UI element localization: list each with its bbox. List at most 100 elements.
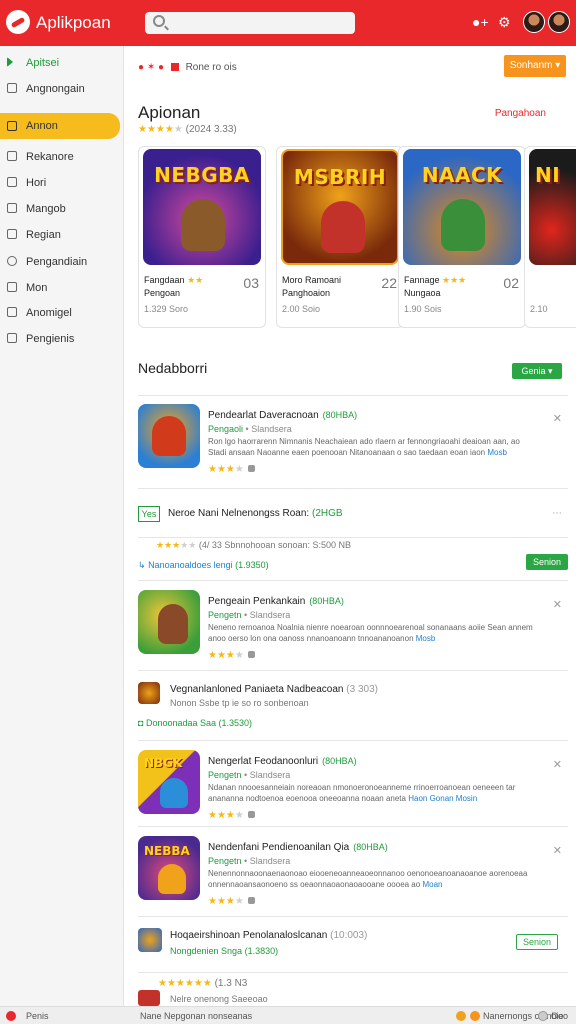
card-meta: 1.90 Sois	[404, 304, 442, 314]
section-link[interactable]: Pangahoan	[495, 108, 546, 119]
game-card[interactable]: NI 2.10	[524, 146, 576, 328]
globe-icon[interactable]	[538, 1011, 548, 1021]
more-link[interactable]: Mosb	[487, 448, 507, 457]
list-item[interactable]: Pendearlat Daveracnoan (80HBA) Pengaoli •…	[138, 404, 568, 484]
item-title: Nendenfani Pendienoanilan Qia (80HBA)	[208, 842, 388, 853]
list-filter-button[interactable]: Genia ▾	[512, 363, 562, 379]
item-link[interactable]: ◘ Donoonadaa Saa (1.3530)	[138, 718, 252, 728]
item-title: Neroe Nani Nelnenongss Roan: (2HGB	[168, 508, 343, 519]
more-link[interactable]: Moan	[422, 880, 442, 889]
item-description: Ron lgo haorrarenn Nimnanis Neachaiean a…	[208, 437, 520, 457]
monitor-icon	[7, 307, 17, 317]
card-sub: Pengoan	[144, 288, 181, 298]
sidebar-item-label: Annon	[26, 120, 58, 132]
app-hero	[158, 604, 188, 644]
info-icon	[247, 465, 255, 472]
gear-icon[interactable]: ⚙	[498, 14, 511, 30]
user-icon	[7, 256, 17, 266]
app-thumbnail	[138, 682, 160, 704]
app-thumbnail	[138, 404, 200, 468]
sidebar-item-apitsei[interactable]: Apitsei	[0, 52, 124, 74]
card-name: Fannage ★★★	[404, 275, 467, 285]
list-item[interactable]: Vegnanlanloned Paniaeta Nadbeacoan (3 30…	[138, 682, 568, 732]
item-sub: Pengetn • Slandsera	[208, 856, 291, 866]
card-name: Fangdaan ★★	[144, 275, 204, 285]
app-hero	[158, 864, 186, 894]
app-thumbnail	[138, 590, 200, 654]
game-art: NAACK	[403, 149, 521, 265]
sidebar-item-rekanore[interactable]: Rekanore	[0, 146, 124, 168]
breadcrumb-text[interactable]: Rone ro ois	[186, 62, 237, 73]
game-card[interactable]: NEBGBA Fangdaan ★★ Pengoan 03 1.329 Soro	[138, 146, 266, 328]
item-title: Hoqaeirshinoan Penolanaloslcanan (10:003…	[170, 930, 368, 941]
item-link[interactable]: ↳ Nanoanoaldoes lengi (1.9350)	[138, 560, 269, 571]
game-hero	[181, 199, 225, 251]
avatar[interactable]	[548, 11, 570, 33]
sidebar-item-pengandiain[interactable]: Pengandiain	[0, 251, 124, 273]
list-item[interactable]: NEBBA Nendenfani Pendienoanilan Qia (80HB…	[138, 836, 568, 916]
item-sub: Pengetn • Slandsera	[208, 610, 291, 620]
close-icon[interactable]: ✕	[553, 598, 562, 611]
card-sub: Nungaoa	[404, 288, 441, 298]
info-icon	[247, 811, 255, 818]
sidebar-item-label: Mangob	[26, 203, 66, 215]
game-art-title: NAACK	[421, 163, 503, 187]
list-item[interactable]: ★★★★★★ (1.3 N3 Nelre onenong Saeeoao	[138, 978, 568, 1006]
add-alert-icon[interactable]: ●+	[472, 14, 489, 30]
game-card[interactable]: MSBRIH Moro Ramoani Panghoaion 22 2.00 S…	[276, 146, 404, 328]
breadcrumb-square-icon	[170, 63, 179, 71]
more-link[interactable]: Mosb	[416, 634, 436, 643]
install-button[interactable]: Senion	[526, 554, 568, 570]
bottom-left-text[interactable]: Penis	[26, 1011, 49, 1021]
sort-button[interactable]: Sonhanm ▾	[504, 55, 566, 77]
divider	[138, 826, 568, 827]
top-bar: Aplikpoan ●+ ⚙	[0, 0, 576, 46]
item-link[interactable]: Nongdenien Snga (1.3830)	[170, 946, 278, 956]
sidebar-item-mon[interactable]: Mon	[0, 277, 124, 299]
search-input[interactable]	[145, 12, 355, 34]
game-card[interactable]: NAACK Fannage ★★★ Nungaoa 02 1.90 Sois	[398, 146, 526, 328]
sidebar: Apitsei Angnongain Annon Rekanore Hori M…	[0, 46, 124, 1006]
sidebar-item-annon[interactable]: Annon	[0, 113, 120, 139]
list-title: Nedabborri	[138, 360, 208, 376]
app-logo[interactable]	[6, 10, 30, 34]
bottom-center-text: Nane Nepgonan nonseanas	[140, 1011, 253, 1021]
install-button[interactable]: Senion	[516, 934, 558, 950]
list-item[interactable]: NBGK Nengerlat Feodanoonluri (80HBA) Peng…	[138, 750, 568, 830]
item-rating: ★★★★★ (4/ 33 Sbnnohooan sonoan: S:500 NB	[156, 540, 351, 550]
divider	[138, 972, 568, 973]
avatar[interactable]	[523, 11, 545, 33]
sidebar-item-label: Rekanore	[26, 151, 74, 163]
more-link[interactable]: Haon Gonan Mosin	[408, 794, 477, 803]
breadcrumb-dots: ● ✶ ●	[138, 62, 165, 73]
sidebar-item-anomigel[interactable]: Anomigel	[0, 302, 124, 324]
sponsored-item[interactable]: Yes Neroe Nani Nelnenongss Roan: (2HGB ⋯…	[138, 506, 568, 576]
info-icon	[247, 897, 255, 904]
card-number: 03	[243, 275, 259, 291]
close-icon[interactable]: ✕	[553, 412, 562, 425]
list-item[interactable]: Hoqaeirshinoan Penolanaloslcanan (10:003…	[138, 928, 568, 968]
more-options-icon[interactable]: ⋯	[552, 508, 562, 519]
section-rating: ★★★★★ (2024 3.33)	[138, 124, 237, 135]
sidebar-item-angnongain[interactable]: Angnongain	[0, 78, 124, 100]
star-icon: ★★★★	[138, 124, 174, 135]
sidebar-item-regian[interactable]: Regian	[0, 224, 124, 246]
sidebar-item-label: Anomigel	[26, 307, 72, 319]
doc-icon	[7, 333, 17, 343]
sidebar-item-hori[interactable]: Hori	[0, 172, 124, 194]
main-content: ● ✶ ● Rone ro ois Sonhanm ▾ Apionan Pang…	[124, 46, 576, 1006]
divider	[138, 670, 568, 671]
item-title: Nengerlat Feodanoonluri (80HBA)	[208, 756, 357, 767]
app-thumbnail: NEBBA	[138, 836, 200, 900]
close-icon[interactable]: ✕	[553, 844, 562, 857]
app-thumbnail	[138, 990, 160, 1006]
inbox-icon	[7, 203, 17, 213]
close-icon[interactable]: ✕	[553, 758, 562, 771]
card-meta: 2.10	[530, 304, 548, 314]
bottom-far-right-text[interactable]: Ooo	[551, 1011, 568, 1021]
divider	[138, 488, 568, 489]
sidebar-item-label: Angnongain	[26, 83, 85, 95]
sidebar-item-mangob[interactable]: Mangob	[0, 198, 124, 220]
sidebar-item-pengienis[interactable]: Pengienis	[0, 328, 124, 350]
list-item[interactable]: Pengeain Penkankain (80HBA) Pengetn • Sla…	[138, 590, 568, 670]
